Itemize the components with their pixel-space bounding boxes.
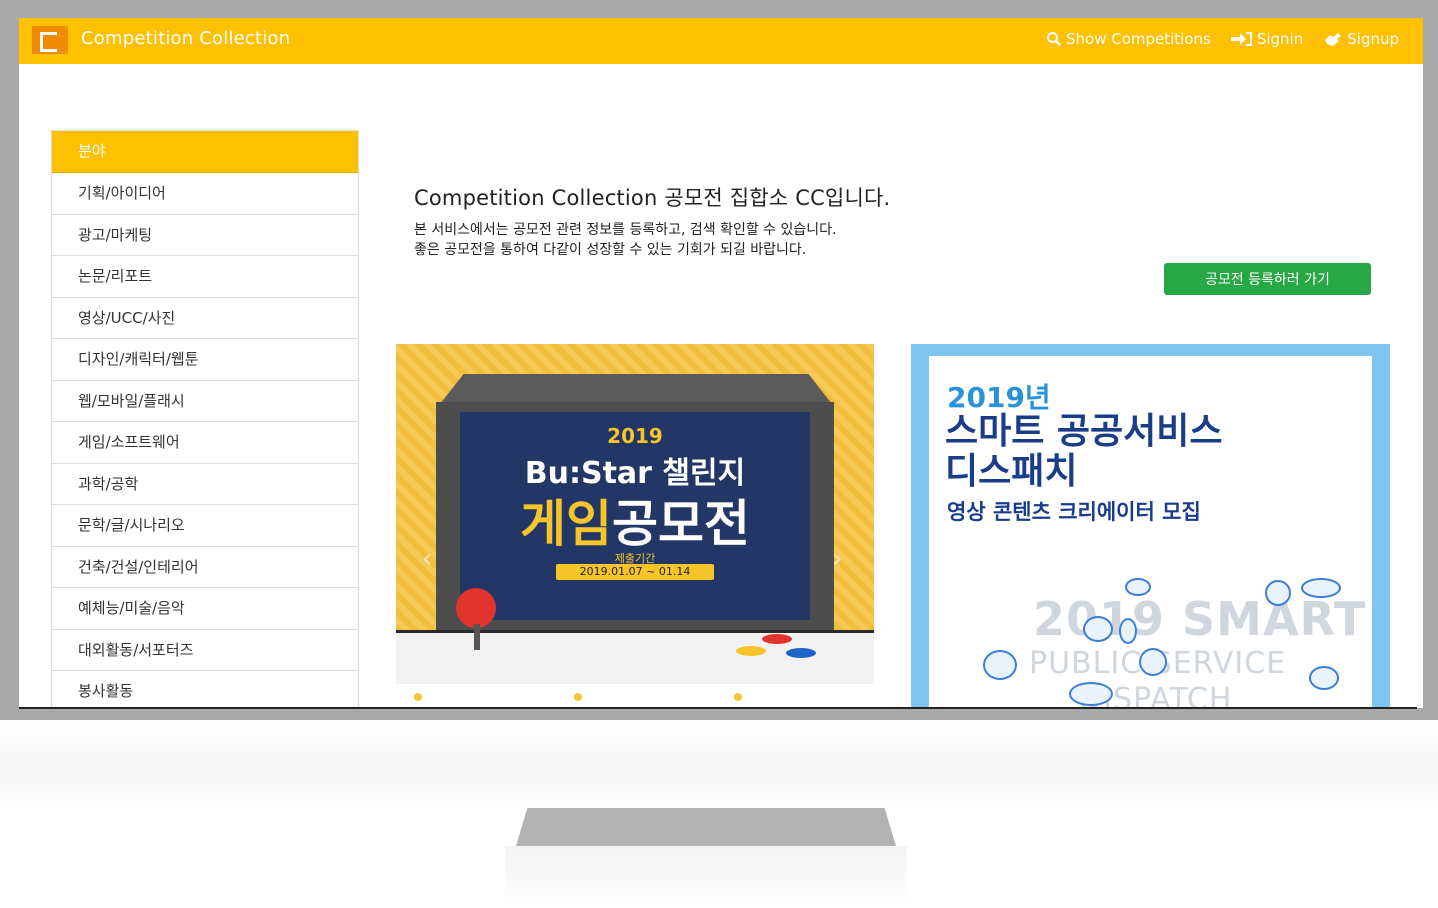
phone-icon (1119, 618, 1137, 644)
poster2-year: 2019년 (947, 381, 1051, 414)
poster-year: 2019 (607, 424, 663, 448)
poster2-title-line2: 디스패치 (945, 451, 1078, 492)
intro-line-1: 본 서비스에서는 공모전 관련 정보를 등록하고, 검색 확인할 수 있습니다. (414, 222, 837, 238)
poster2-title-line1: 스마트 공공서비스 (945, 411, 1223, 452)
sidebar-header[interactable]: 분야 (52, 131, 358, 173)
sign-in-icon (1230, 31, 1253, 47)
page-title: Competition Collection 공모전 집합소 CC입니다. (414, 186, 891, 210)
sidebar-item-web-mobile-flash[interactable]: 웹/모바일/플래시 (52, 380, 358, 422)
joystick-stick (474, 624, 480, 650)
car-icon-2 (1069, 682, 1113, 706)
show-competitions-link[interactable]: Show Competitions (1046, 30, 1211, 48)
carousel-prev-icon[interactable]: ‹ (422, 544, 432, 574)
poster-title-rest: 공모전 (612, 495, 750, 553)
arcade-bottom (396, 630, 874, 687)
show-competitions-label: Show Competitions (1065, 30, 1211, 48)
poster-info-strip (396, 684, 874, 708)
house-icon (1083, 616, 1113, 642)
register-competition-button[interactable]: 공모전 등록하러 가기 (1164, 263, 1371, 295)
person-icon (1265, 580, 1291, 606)
signin-label: Signin (1256, 30, 1304, 48)
sidebar-item-volunteer[interactable]: 봉사활동 (52, 671, 358, 708)
screen-bottom-edge (19, 707, 1417, 709)
hand-icon (1323, 31, 1343, 47)
sidebar-item-architecture-interior[interactable]: 건축/건설/인테리어 (52, 546, 358, 588)
poster-period: 2019.01.07 ~ 01.14 (556, 564, 714, 580)
sidebar-item-game-software[interactable]: 게임/소프트웨어 (52, 422, 358, 464)
intro-line-2: 좋은 공모전을 통하여 다같이 성장할 수 있는 기회가 되길 바랍니다. (414, 242, 807, 258)
poster2-watermark-1: 2019 SMART (1033, 592, 1367, 646)
carousel-next-icon[interactable]: › (832, 544, 842, 574)
arcade-button-blue (786, 648, 816, 658)
intro-description: 본 서비스에서는 공모전 관련 정보를 등록하고, 검색 확인할 수 있습니다.… (414, 220, 1394, 260)
signup-label: Signup (1347, 30, 1399, 48)
drone-icon (1309, 666, 1339, 690)
car-icon (1301, 578, 1341, 598)
search-icon (1046, 31, 1062, 47)
poster2-subtitle: 영상 콘텐츠 크리에이터 모집 (947, 500, 1201, 524)
poster2-title: 스마트 공공서비스 디스패치 (945, 412, 1223, 492)
signup-link[interactable]: Signup (1323, 30, 1399, 48)
sidebar-item-activities-supporters[interactable]: 대외활동/서포터즈 (52, 629, 358, 671)
poster-title-accent: 게임 (520, 495, 612, 553)
brand-logo-icon[interactable] (32, 26, 68, 54)
arcade-top (440, 374, 832, 404)
arcade-button-red (762, 634, 792, 644)
sidebar-item-advertising-marketing[interactable]: 광고/마케팅 (52, 214, 358, 256)
sidebar-item-literature-scenario[interactable]: 문학/글/시나리오 (52, 505, 358, 547)
monitor-stand (516, 808, 896, 846)
competition-poster-smart-service[interactable]: 2019년 스마트 공공서비스 디스패치 영상 콘텐츠 크리에이터 모집 201… (911, 344, 1390, 708)
sidebar-item-paper-report[interactable]: 논문/리포트 (52, 256, 358, 298)
sidebar-item-video-ucc-photo[interactable]: 영상/UCC/사진 (52, 297, 358, 339)
robot-icon (983, 650, 1017, 680)
steering-wheel-icon (1139, 648, 1167, 676)
arcade-button-yellow (736, 646, 766, 656)
navbar: Competition Collection Show Competitions… (19, 18, 1423, 64)
sidebar-item-science-engineering[interactable]: 과학/공학 (52, 463, 358, 505)
intro-section: Competition Collection 공모전 집합소 CC입니다. 본 … (414, 182, 1394, 260)
monitor-chin (0, 720, 1438, 810)
joystick-icon (456, 588, 496, 628)
wifi-icon (1125, 578, 1151, 596)
monitor-stand-base (505, 846, 907, 908)
category-sidebar: 분야 기획/아이디어 광고/마케팅 논문/리포트 영상/UCC/사진 디자인/캐… (51, 130, 359, 708)
poster-title-line2: 게임공모전 (396, 484, 874, 556)
nav-links: Show Competitions Signin Signup (1046, 30, 1399, 48)
sidebar-item-design-character-webtoon[interactable]: 디자인/캐릭터/웹툰 (52, 339, 358, 381)
signin-link[interactable]: Signin (1230, 30, 1304, 48)
competition-poster-game[interactable]: 2019 Bu:Star 챌린지 게임공모전 제출기간 2019.01.07 ~… (396, 344, 874, 708)
sidebar-item-arts-music[interactable]: 예체능/미술/음악 (52, 588, 358, 630)
brand-title[interactable]: Competition Collection (81, 28, 290, 49)
poster-inner: 2019년 스마트 공공서비스 디스패치 영상 콘텐츠 크리에이터 모집 201… (929, 356, 1372, 708)
sidebar-item-planning-idea[interactable]: 기획/아이디어 (52, 173, 358, 215)
browser-viewport: Competition Collection Show Competitions… (19, 18, 1423, 708)
